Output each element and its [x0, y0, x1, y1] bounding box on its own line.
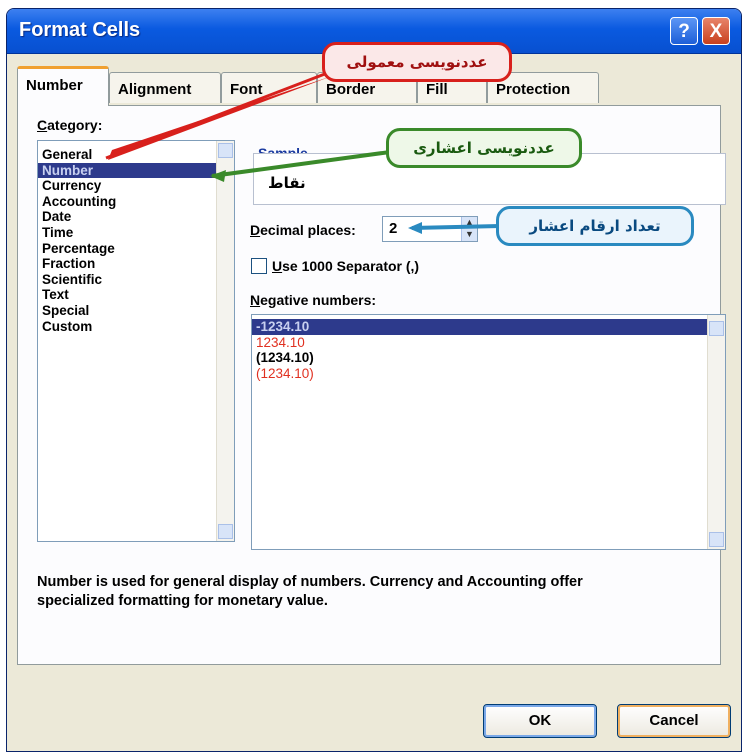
annotation-arrows	[105, 70, 501, 234]
green-arrow-line	[211, 150, 391, 178]
blue-arrow-head	[408, 222, 422, 234]
annotation-decimal: عددنویسی اعشاری	[386, 128, 582, 168]
blue-arrow-line	[411, 224, 501, 230]
red-arrow	[108, 76, 332, 160]
red-arrow-line	[105, 70, 331, 160]
annotation-general: عددنویسی معمولی	[322, 42, 512, 82]
annotation-places: تعداد ارقام اعشار	[496, 206, 694, 246]
tab-number[interactable]: Number	[17, 66, 109, 106]
green-arrow-head	[210, 170, 226, 182]
